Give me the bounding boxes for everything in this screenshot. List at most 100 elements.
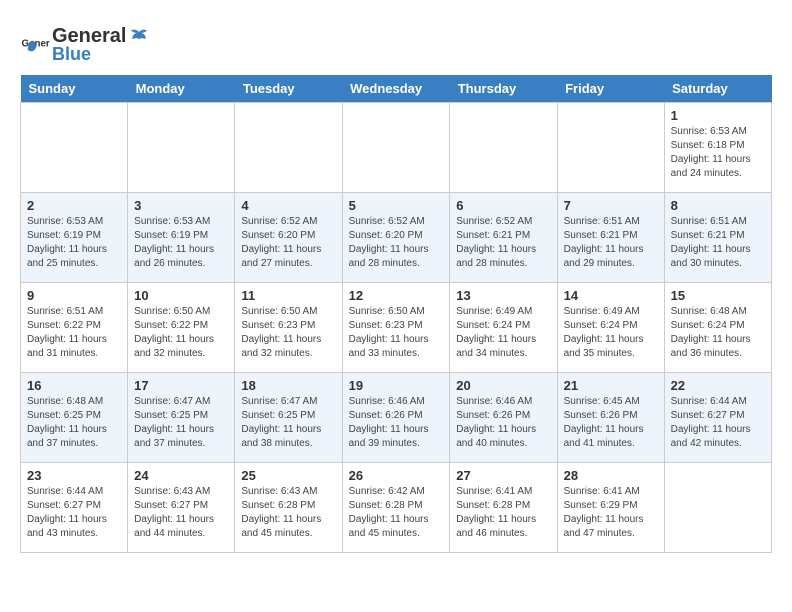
- day-info: Sunrise: 6:53 AM Sunset: 6:19 PM Dayligh…: [134, 215, 228, 271]
- calendar-cell: 22Sunrise: 6:44 AM Sunset: 6:27 PM Dayli…: [664, 373, 771, 463]
- day-number: 14: [564, 288, 658, 303]
- calendar-cell: 13 Sunrise: 6:49 AM Sunset: 6:24 PM Dayli…: [450, 283, 557, 373]
- day-info: Sunrise: 6:41 AM Sunset: 6:28 PM Dayligh…: [456, 485, 550, 541]
- day-number: 23: [27, 468, 121, 483]
- day-info: Sunrise: 6:53 AM Sunset: 6:18 PM Dayligh…: [671, 125, 765, 181]
- day-info: Sunrise: 6:49 AM Sunset: 6:24 PM Dayligh…: [564, 305, 658, 361]
- calendar-cell: 3 Sunrise: 6:53 AM Sunset: 6:19 PM Daylig…: [128, 193, 235, 283]
- calendar-cell: [450, 103, 557, 193]
- th-wednesday: Wednesday: [342, 75, 450, 103]
- calendar-table: Sunday Monday Tuesday Wednesday Thursday…: [20, 75, 772, 553]
- day-number: 15: [671, 288, 765, 303]
- day-number: 27: [456, 468, 550, 483]
- day-number: 20: [456, 378, 550, 393]
- calendar-cell: 18 Sunrise: 6:47 AM Sunset: 6:25 PM Dayli…: [235, 373, 342, 463]
- calendar-week-row: 2 Sunrise: 6:53 AM Sunset: 6:19 PM Daylig…: [21, 193, 772, 283]
- day-info: Sunrise: 6:46 AM Sunset: 6:26 PM Dayligh…: [349, 395, 444, 451]
- day-info: Sunrise: 6:48 AM Sunset: 6:25 PM Dayligh…: [27, 395, 121, 451]
- calendar-cell: 5 Sunrise: 6:52 AM Sunset: 6:20 PM Daylig…: [342, 193, 450, 283]
- day-info: Sunrise: 6:47 AM Sunset: 6:25 PM Dayligh…: [241, 395, 335, 451]
- day-info: Sunrise: 6:53 AM Sunset: 6:19 PM Dayligh…: [27, 215, 121, 271]
- calendar-cell: 16 Sunrise: 6:48 AM Sunset: 6:25 PM Dayli…: [21, 373, 128, 463]
- day-number: 10: [134, 288, 228, 303]
- calendar-week-row: 9 Sunrise: 6:51 AM Sunset: 6:22 PM Daylig…: [21, 283, 772, 373]
- calendar-week-row: 23Sunrise: 6:44 AM Sunset: 6:27 PM Dayli…: [21, 463, 772, 553]
- calendar-cell: [21, 103, 128, 193]
- day-number: 2: [27, 198, 121, 213]
- calendar-cell: 27 Sunrise: 6:41 AM Sunset: 6:28 PM Dayli…: [450, 463, 557, 553]
- day-number: 7: [564, 198, 658, 213]
- calendar-cell: [664, 463, 771, 553]
- day-info: Sunrise: 6:44 AM Sunset: 6:27 PM Dayligh…: [671, 395, 765, 451]
- day-info: Sunrise: 6:52 AM Sunset: 6:20 PM Dayligh…: [241, 215, 335, 271]
- calendar-cell: 7 Sunrise: 6:51 AM Sunset: 6:21 PM Daylig…: [557, 193, 664, 283]
- calendar-cell: 9 Sunrise: 6:51 AM Sunset: 6:22 PM Daylig…: [21, 283, 128, 373]
- day-number: 6: [456, 198, 550, 213]
- day-number: 19: [349, 378, 444, 393]
- day-info: Sunrise: 6:49 AM Sunset: 6:24 PM Dayligh…: [456, 305, 550, 361]
- day-number: 17: [134, 378, 228, 393]
- calendar-cell: 14 Sunrise: 6:49 AM Sunset: 6:24 PM Dayli…: [557, 283, 664, 373]
- calendar-cell: 2 Sunrise: 6:53 AM Sunset: 6:19 PM Daylig…: [21, 193, 128, 283]
- calendar-cell: [128, 103, 235, 193]
- header-row: Sunday Monday Tuesday Wednesday Thursday…: [21, 75, 772, 103]
- calendar-week-row: 1 Sunrise: 6:53 AM Sunset: 6:18 PM Daylig…: [21, 103, 772, 193]
- header: General General Blue: [20, 20, 772, 65]
- day-number: 13: [456, 288, 550, 303]
- day-info: Sunrise: 6:41 AM Sunset: 6:29 PM Dayligh…: [564, 485, 658, 541]
- day-number: 12: [349, 288, 444, 303]
- day-info: Sunrise: 6:43 AM Sunset: 6:27 PM Dayligh…: [134, 485, 228, 541]
- calendar-cell: 28 Sunrise: 6:41 AM Sunset: 6:29 PM Dayli…: [557, 463, 664, 553]
- calendar-cell: 11 Sunrise: 6:50 AM Sunset: 6:23 PM Dayli…: [235, 283, 342, 373]
- day-info: Sunrise: 6:50 AM Sunset: 6:23 PM Dayligh…: [241, 305, 335, 361]
- calendar-cell: 19 Sunrise: 6:46 AM Sunset: 6:26 PM Dayli…: [342, 373, 450, 463]
- day-number: 24: [134, 468, 228, 483]
- day-info: Sunrise: 6:51 AM Sunset: 6:21 PM Dayligh…: [671, 215, 765, 271]
- day-info: Sunrise: 6:43 AM Sunset: 6:28 PM Dayligh…: [241, 485, 335, 541]
- day-info: Sunrise: 6:45 AM Sunset: 6:26 PM Dayligh…: [564, 395, 658, 451]
- calendar-cell: [557, 103, 664, 193]
- day-number: 16: [27, 378, 121, 393]
- day-info: Sunrise: 6:52 AM Sunset: 6:20 PM Dayligh…: [349, 215, 444, 271]
- calendar-cell: 6 Sunrise: 6:52 AM Sunset: 6:21 PM Daylig…: [450, 193, 557, 283]
- day-number: 8: [671, 198, 765, 213]
- calendar-cell: 25Sunrise: 6:43 AM Sunset: 6:28 PM Dayli…: [235, 463, 342, 553]
- day-number: 26: [349, 468, 444, 483]
- day-number: 11: [241, 288, 335, 303]
- day-number: 3: [134, 198, 228, 213]
- day-number: 21: [564, 378, 658, 393]
- day-number: 28: [564, 468, 658, 483]
- calendar-cell: 20Sunrise: 6:46 AM Sunset: 6:26 PM Dayli…: [450, 373, 557, 463]
- calendar-cell: [235, 103, 342, 193]
- calendar-cell: 15 Sunrise: 6:48 AM Sunset: 6:24 PM Dayli…: [664, 283, 771, 373]
- calendar-week-row: 16 Sunrise: 6:48 AM Sunset: 6:25 PM Dayli…: [21, 373, 772, 463]
- calendar-cell: 17 Sunrise: 6:47 AM Sunset: 6:25 PM Dayli…: [128, 373, 235, 463]
- calendar-cell: 12 Sunrise: 6:50 AM Sunset: 6:23 PM Dayli…: [342, 283, 450, 373]
- day-info: Sunrise: 6:47 AM Sunset: 6:25 PM Dayligh…: [134, 395, 228, 451]
- day-number: 1: [671, 108, 765, 123]
- calendar-cell: 8 Sunrise: 6:51 AM Sunset: 6:21 PM Daylig…: [664, 193, 771, 283]
- day-info: Sunrise: 6:42 AM Sunset: 6:28 PM Dayligh…: [349, 485, 444, 541]
- logo-bird-icon: [128, 26, 150, 48]
- th-saturday: Saturday: [664, 75, 771, 103]
- th-monday: Monday: [128, 75, 235, 103]
- th-tuesday: Tuesday: [235, 75, 342, 103]
- day-info: Sunrise: 6:48 AM Sunset: 6:24 PM Dayligh…: [671, 305, 765, 361]
- day-info: Sunrise: 6:52 AM Sunset: 6:21 PM Dayligh…: [456, 215, 550, 271]
- day-number: 4: [241, 198, 335, 213]
- th-thursday: Thursday: [450, 75, 557, 103]
- logo: General General Blue: [20, 25, 150, 65]
- calendar-cell: 23Sunrise: 6:44 AM Sunset: 6:27 PM Dayli…: [21, 463, 128, 553]
- day-number: 18: [241, 378, 335, 393]
- day-info: Sunrise: 6:50 AM Sunset: 6:22 PM Dayligh…: [134, 305, 228, 361]
- day-number: 9: [27, 288, 121, 303]
- calendar-cell: 26 Sunrise: 6:42 AM Sunset: 6:28 PM Dayli…: [342, 463, 450, 553]
- day-info: Sunrise: 6:51 AM Sunset: 6:21 PM Dayligh…: [564, 215, 658, 271]
- day-info: Sunrise: 6:50 AM Sunset: 6:23 PM Dayligh…: [349, 305, 444, 361]
- day-number: 5: [349, 198, 444, 213]
- calendar-cell: 10 Sunrise: 6:50 AM Sunset: 6:22 PM Dayli…: [128, 283, 235, 373]
- calendar-cell: 21 Sunrise: 6:45 AM Sunset: 6:26 PM Dayli…: [557, 373, 664, 463]
- calendar-cell: [342, 103, 450, 193]
- day-info: Sunrise: 6:51 AM Sunset: 6:22 PM Dayligh…: [27, 305, 121, 361]
- calendar-cell: 24 Sunrise: 6:43 AM Sunset: 6:27 PM Dayli…: [128, 463, 235, 553]
